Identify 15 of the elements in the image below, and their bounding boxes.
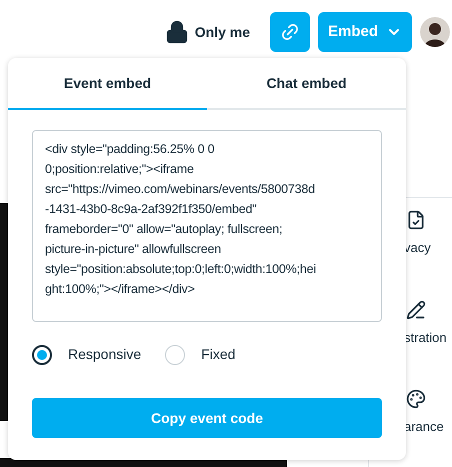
document-check-icon[interactable] (406, 210, 426, 230)
pencil-icon[interactable] (406, 300, 426, 320)
sidebar-label[interactable]: arance (404, 417, 444, 436)
lock-icon (164, 20, 189, 44)
privacy-label[interactable]: Only me (194, 22, 250, 42)
palette-icon[interactable] (406, 389, 426, 409)
copy-link-button[interactable] (270, 12, 310, 52)
radio-label[interactable]: Fixed (201, 344, 236, 365)
embed-code-field[interactable]: <div style="padding:56.25% 0 0 0;position:relative;"><iframe src="https://vimeo.com/webinars/events/5800738d -1431-43b0-8c9a-2af392f1f350/embed" frameborder="0" allow="autoplay; fullscreen; picture-in-picture" allowfullscreen style="position:absolute;top:0;left:0;width:100%;hei ght:100%;"></iframe></div> (32, 130, 382, 322)
sidebar-label[interactable]: stration (404, 328, 447, 347)
avatar (420, 17, 450, 47)
radio-label[interactable]: Responsive (68, 344, 142, 365)
tab[interactable]: Chat embed (207, 58, 406, 110)
radio-button[interactable] (32, 344, 52, 364)
tab[interactable]: Event embed (8, 58, 207, 110)
